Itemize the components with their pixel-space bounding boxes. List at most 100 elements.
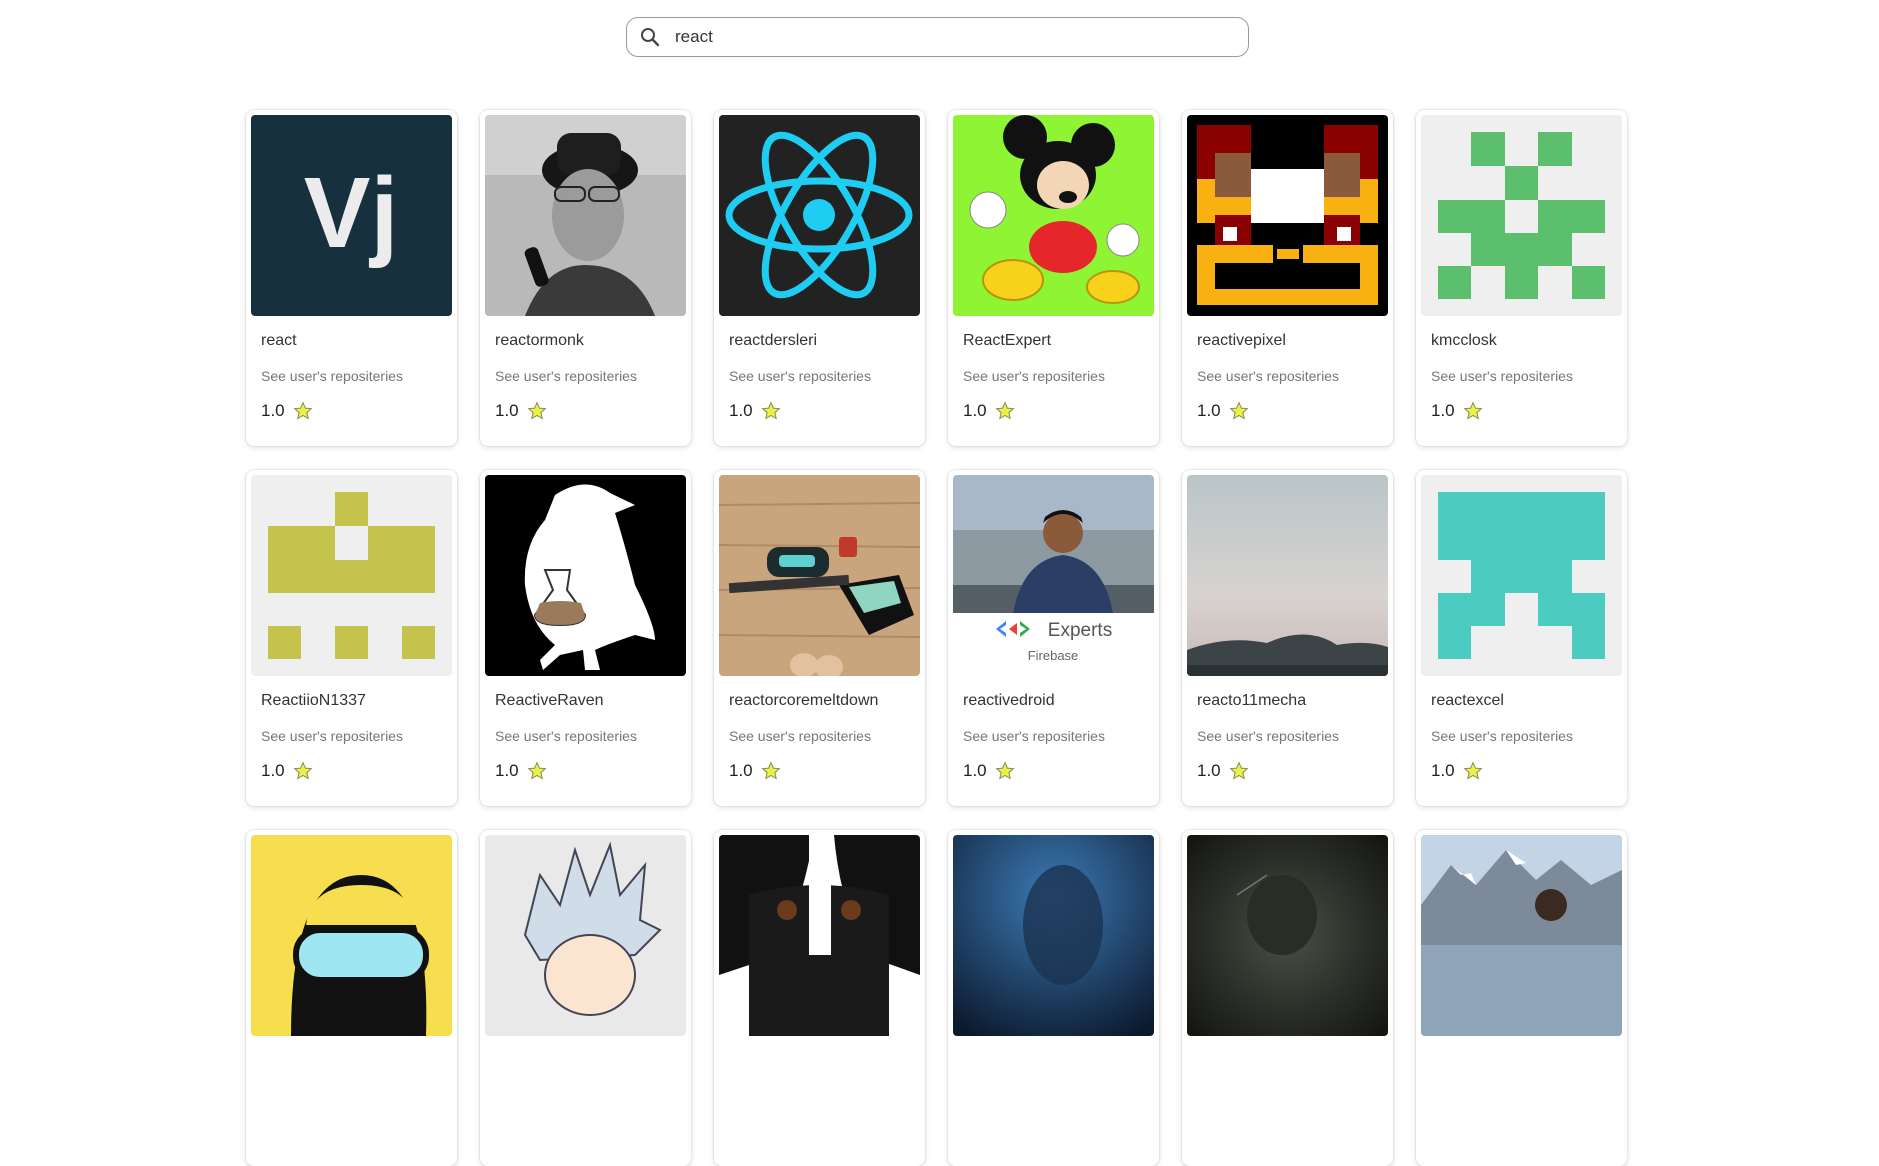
star-icon xyxy=(527,401,547,421)
avatar[interactable] xyxy=(1421,115,1622,316)
rating: 1.0 xyxy=(1197,761,1388,781)
username[interactable] xyxy=(261,1052,452,1072)
avatar[interactable] xyxy=(719,835,920,1036)
user-card[interactable] xyxy=(714,830,925,1166)
see-repositories-link[interactable]: See user's repositeries xyxy=(963,368,1154,386)
see-repositories-link[interactable] xyxy=(963,1088,1154,1106)
see-repositories-link[interactable]: See user's repositeries xyxy=(261,368,452,386)
user-card[interactable]: Experts Firebase reactivedroid See user'… xyxy=(948,470,1159,806)
user-card[interactable] xyxy=(1416,830,1627,1166)
username[interactable]: reactexcel xyxy=(1431,692,1622,712)
rating: 1.0 xyxy=(261,761,452,781)
star-icon xyxy=(995,761,1015,781)
user-card[interactable]: ReactiveRaven See user's repositeries 1.… xyxy=(480,470,691,806)
rating: 1.0 xyxy=(495,401,686,421)
star-icon xyxy=(293,761,313,781)
user-card[interactable]: reactdersleri See user's repositeries 1.… xyxy=(714,110,925,446)
username[interactable]: reactdersleri xyxy=(729,332,920,352)
search-icon xyxy=(639,26,661,48)
search-input[interactable] xyxy=(673,26,1248,48)
star-icon xyxy=(293,401,313,421)
username[interactable]: react xyxy=(261,332,452,352)
avatar[interactable] xyxy=(485,835,686,1036)
avatar[interactable]: Experts Firebase xyxy=(953,475,1154,676)
username[interactable]: ReactiveRaven xyxy=(495,692,686,712)
avatar[interactable] xyxy=(485,115,686,316)
user-card[interactable]: ReactExpert See user's repositeries 1.0 xyxy=(948,110,1159,446)
rating: 1.0 xyxy=(729,401,920,421)
user-results-grid: Vj react See user's repositeries 1.0 rea… xyxy=(246,110,1627,1166)
avatar[interactable] xyxy=(1187,835,1388,1036)
star-icon xyxy=(527,761,547,781)
user-card[interactable]: Vj react See user's repositeries 1.0 xyxy=(246,110,457,446)
rating-value: 1.0 xyxy=(963,401,987,420)
see-repositories-link[interactable]: See user's repositeries xyxy=(729,728,920,746)
user-card[interactable]: ReactiioN1337 See user's repositeries 1.… xyxy=(246,470,457,806)
user-card[interactable]: reactormonk See user's repositeries 1.0 xyxy=(480,110,691,446)
user-card[interactable] xyxy=(1182,830,1393,1166)
avatar[interactable] xyxy=(1187,115,1388,316)
see-repositories-link[interactable] xyxy=(1197,1088,1388,1106)
avatar[interactable] xyxy=(953,835,1154,1036)
avatar[interactable]: Vj xyxy=(251,115,452,316)
rating: 1.0 xyxy=(729,761,920,781)
rating: 1.0 xyxy=(1197,401,1388,421)
star-icon xyxy=(1463,761,1483,781)
username[interactable]: reactorcoremeltdown xyxy=(729,692,920,712)
user-card[interactable]: kmcclosk See user's repositeries 1.0 xyxy=(1416,110,1627,446)
star-icon xyxy=(995,401,1015,421)
user-card[interactable] xyxy=(480,830,691,1166)
username[interactable]: ReactExpert xyxy=(963,332,1154,352)
see-repositories-link[interactable]: See user's repositeries xyxy=(1197,368,1388,386)
see-repositories-link[interactable] xyxy=(1431,1088,1622,1106)
rating-value: 1.0 xyxy=(1431,401,1455,420)
star-icon xyxy=(1229,761,1249,781)
username[interactable]: reactormonk xyxy=(495,332,686,352)
rating-value: 1.0 xyxy=(261,761,285,780)
rating: 1.0 xyxy=(1431,401,1622,421)
user-card[interactable] xyxy=(948,830,1159,1166)
user-card[interactable]: reactorcoremeltdown See user's repositer… xyxy=(714,470,925,806)
see-repositories-link[interactable] xyxy=(495,1088,686,1106)
star-icon xyxy=(761,401,781,421)
star-icon xyxy=(761,761,781,781)
username[interactable] xyxy=(495,1052,686,1072)
avatar[interactable] xyxy=(1421,835,1622,1036)
user-card[interactable] xyxy=(246,830,457,1166)
username[interactable] xyxy=(729,1052,920,1072)
avatar[interactable] xyxy=(1421,475,1622,676)
see-repositories-link[interactable]: See user's repositeries xyxy=(963,728,1154,746)
avatar[interactable] xyxy=(251,475,452,676)
avatar[interactable] xyxy=(485,475,686,676)
user-card[interactable]: reactivepixel See user's repositeries 1.… xyxy=(1182,110,1393,446)
username[interactable]: reacto11mecha xyxy=(1197,692,1388,712)
see-repositories-link[interactable]: See user's repositeries xyxy=(1197,728,1388,746)
see-repositories-link[interactable]: See user's repositeries xyxy=(495,368,686,386)
rating-value: 1.0 xyxy=(495,401,519,420)
username[interactable] xyxy=(1197,1052,1388,1072)
see-repositories-link[interactable]: See user's repositeries xyxy=(1431,368,1622,386)
user-card[interactable]: reactexcel See user's repositeries 1.0 xyxy=(1416,470,1627,806)
username[interactable] xyxy=(963,1052,1154,1072)
see-repositories-link[interactable] xyxy=(729,1088,920,1106)
see-repositories-link[interactable]: See user's repositeries xyxy=(1431,728,1622,746)
rating-value: 1.0 xyxy=(963,761,987,780)
username[interactable]: ReactiioN1337 xyxy=(261,692,452,712)
see-repositories-link[interactable]: See user's repositeries xyxy=(729,368,920,386)
username[interactable]: reactivepixel xyxy=(1197,332,1388,352)
avatar[interactable] xyxy=(719,115,920,316)
see-repositories-link[interactable]: See user's repositeries xyxy=(261,728,452,746)
username[interactable]: reactivedroid xyxy=(963,692,1154,712)
avatar[interactable] xyxy=(719,475,920,676)
avatar[interactable] xyxy=(251,835,452,1036)
avatar[interactable] xyxy=(953,115,1154,316)
search-bar[interactable] xyxy=(626,17,1249,57)
rating: 1.0 xyxy=(261,401,452,421)
user-card[interactable]: reacto11mecha See user's repositeries 1.… xyxy=(1182,470,1393,806)
see-repositories-link[interactable] xyxy=(261,1088,452,1106)
username[interactable]: kmcclosk xyxy=(1431,332,1622,352)
rating-value: 1.0 xyxy=(1197,401,1221,420)
username[interactable] xyxy=(1431,1052,1622,1072)
see-repositories-link[interactable]: See user's repositeries xyxy=(495,728,686,746)
avatar[interactable] xyxy=(1187,475,1388,676)
